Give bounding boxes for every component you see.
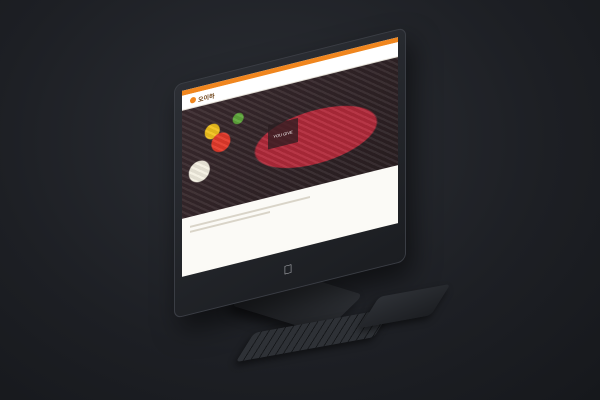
apple-logo-icon:  [281, 261, 295, 278]
site-logo-text: 오이하 [198, 93, 215, 104]
website-screen: 오이하 YOU GIVE [182, 37, 398, 277]
logo-mark-icon [190, 96, 196, 104]
trackpad [359, 283, 451, 329]
imac-monitor: 오이하 YOU GIVE  [174, 27, 406, 319]
site-nav [378, 51, 390, 54]
